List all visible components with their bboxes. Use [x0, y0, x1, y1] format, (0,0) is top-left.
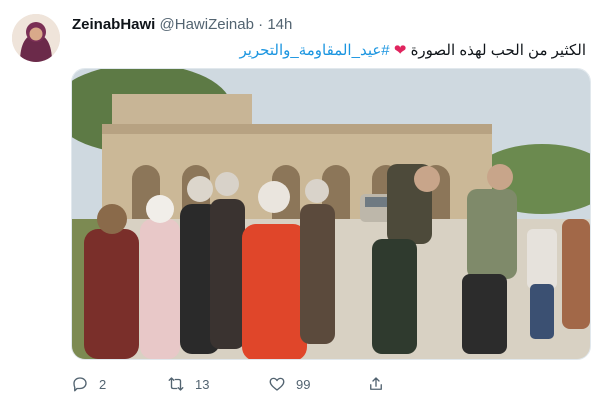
photo-illustration — [72, 69, 590, 359]
share-icon — [370, 377, 382, 390]
hashtag-link[interactable]: #عيد_المقاومة_والتحرير — [239, 42, 389, 59]
tweet-header: ZeinabHawi @HawiZeinab · 14h — [72, 16, 292, 33]
like-count: 99 — [296, 376, 311, 392]
tweet-actions: 2 13 99 — [71, 372, 591, 396]
avatar-image — [12, 14, 60, 62]
like-icon — [269, 377, 285, 391]
retweet-icon — [168, 377, 184, 391]
reply-count: 2 — [99, 376, 107, 392]
retweet-count: 13 — [195, 376, 210, 392]
heart-emoji-icon: ❤ — [393, 42, 407, 59]
tweet-text-main: الكثير من الحب لهذه الصورة — [410, 42, 586, 59]
avatar[interactable] — [12, 14, 60, 62]
share-button[interactable] — [367, 372, 395, 396]
tweet-time[interactable]: 14h — [267, 16, 292, 33]
tweet-photo[interactable] — [71, 68, 591, 360]
like-button[interactable]: 99 — [268, 372, 310, 396]
separator-dot: · — [258, 16, 264, 33]
user-handle[interactable]: @HawiZeinab — [160, 16, 254, 33]
reply-button[interactable]: 2 — [71, 372, 106, 396]
tweet-text: الكثير من الحب لهذه الصورة ❤ #عيد_المقاو… — [239, 41, 586, 59]
reply-icon — [73, 377, 87, 392]
retweet-button[interactable]: 13 — [167, 372, 209, 396]
display-name[interactable]: ZeinabHawi — [72, 16, 155, 33]
